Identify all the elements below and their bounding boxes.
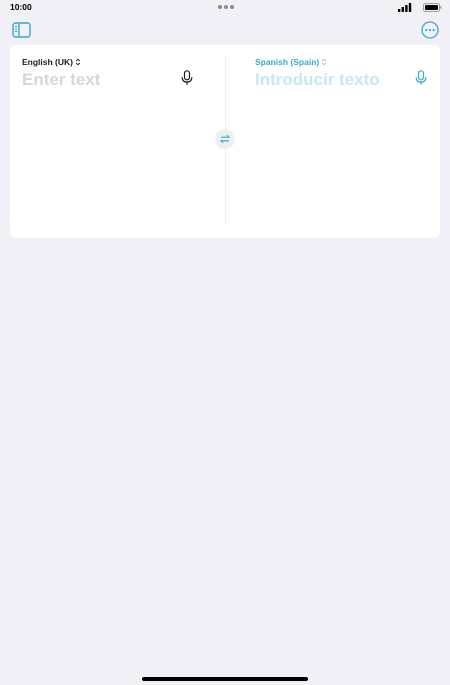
swap-languages-button[interactable] (215, 129, 235, 149)
microphone-icon[interactable] (180, 70, 194, 86)
swap-arrows-icon (219, 134, 231, 144)
sidebar-icon[interactable] (12, 22, 31, 38)
microphone-icon[interactable] (414, 70, 428, 86)
source-language-selector[interactable]: English (UK) (22, 57, 81, 67)
target-text-output[interactable] (255, 69, 405, 91)
translation-card: English (UK) Spanish (Spain) (10, 45, 440, 238)
status-time: 10:00 (10, 2, 32, 12)
status-bar: 10:00 (0, 0, 450, 16)
signal-icon (398, 3, 412, 12)
ellipsis-circle-icon[interactable] (421, 21, 439, 39)
source-text-input[interactable] (22, 69, 172, 91)
target-language-label: Spanish (Spain) (255, 57, 320, 67)
home-indicator[interactable] (142, 677, 308, 681)
source-language-label: English (UK) (22, 57, 73, 67)
chevron-up-down-icon (322, 58, 327, 66)
multitasking-dots[interactable] (218, 5, 234, 9)
battery-icon (423, 3, 442, 12)
target-language-selector[interactable]: Spanish (Spain) (255, 57, 327, 67)
chevron-up-down-icon (75, 58, 81, 66)
